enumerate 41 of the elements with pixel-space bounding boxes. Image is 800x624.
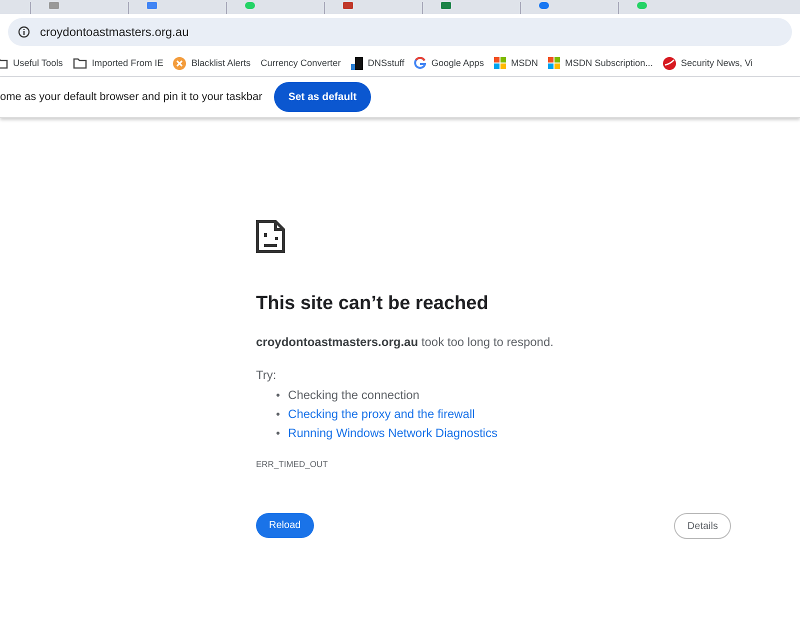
bullet-mark: • [276, 390, 280, 402]
sad-page-icon [256, 220, 285, 253]
favicon-icon [441, 2, 451, 9]
bookmark-link[interactable]: DNSstuff [350, 56, 404, 70]
suggestion-link[interactable]: Checking the proxy and the firewall [288, 407, 475, 422]
bookmark-link[interactable]: MSDN Subscription... [548, 57, 653, 69]
error-title: This site can’t be reached [256, 293, 490, 315]
block-logo-icon [350, 56, 363, 70]
four-squares-icon [548, 57, 560, 69]
suggestion-text: Checking the connection [288, 388, 420, 403]
set-default-button[interactable]: Set as default [274, 82, 371, 112]
favicon-icon [637, 2, 647, 9]
favicon-icon [343, 2, 353, 9]
info-icon[interactable] [18, 26, 30, 38]
url-text: croydontoastmasters.org.au [40, 25, 189, 39]
folder-icon [72, 58, 87, 68]
bookmark-link[interactable]: Imported From IE [72, 58, 164, 68]
reload-button[interactable]: Reload [256, 513, 314, 538]
swoosh-ball-icon [662, 56, 676, 70]
bookmark-link[interactable]: MSDN [494, 57, 538, 69]
error-message: croydontoastmasters.org.au took too long to respond. [256, 335, 554, 349]
info-message: ome as your default browser and pin it to your taskbar [0, 91, 262, 103]
favicon-icon [49, 2, 59, 9]
favicon-icon [245, 2, 255, 9]
bookmark-link[interactable]: Blacklist Alerts [173, 56, 251, 70]
bullet-mark: • [276, 428, 280, 440]
details-button[interactable]: Details [674, 513, 731, 539]
bookmark-link[interactable]: Security News, Vi [662, 56, 753, 70]
bookmark-link[interactable]: Useful Tools [0, 58, 63, 68]
four-squares-icon [494, 57, 506, 69]
bookmark-link[interactable]: Google Apps [414, 57, 484, 69]
g-logo-icon [414, 57, 426, 69]
x-circle-icon [173, 56, 186, 70]
bookmark-link[interactable]: Currency Converter [260, 58, 341, 68]
suggestion-link[interactable]: Running Windows Network Diagnostics [288, 426, 498, 441]
favicon-icon [539, 2, 549, 9]
error-code: ERR_TIMED_OUT [256, 459, 329, 469]
bullet-mark: • [276, 408, 280, 420]
try-label: Try: [256, 368, 278, 382]
address-bar[interactable]: croydontoastmasters.org.au [8, 18, 792, 46]
favicon-icon [147, 2, 157, 9]
